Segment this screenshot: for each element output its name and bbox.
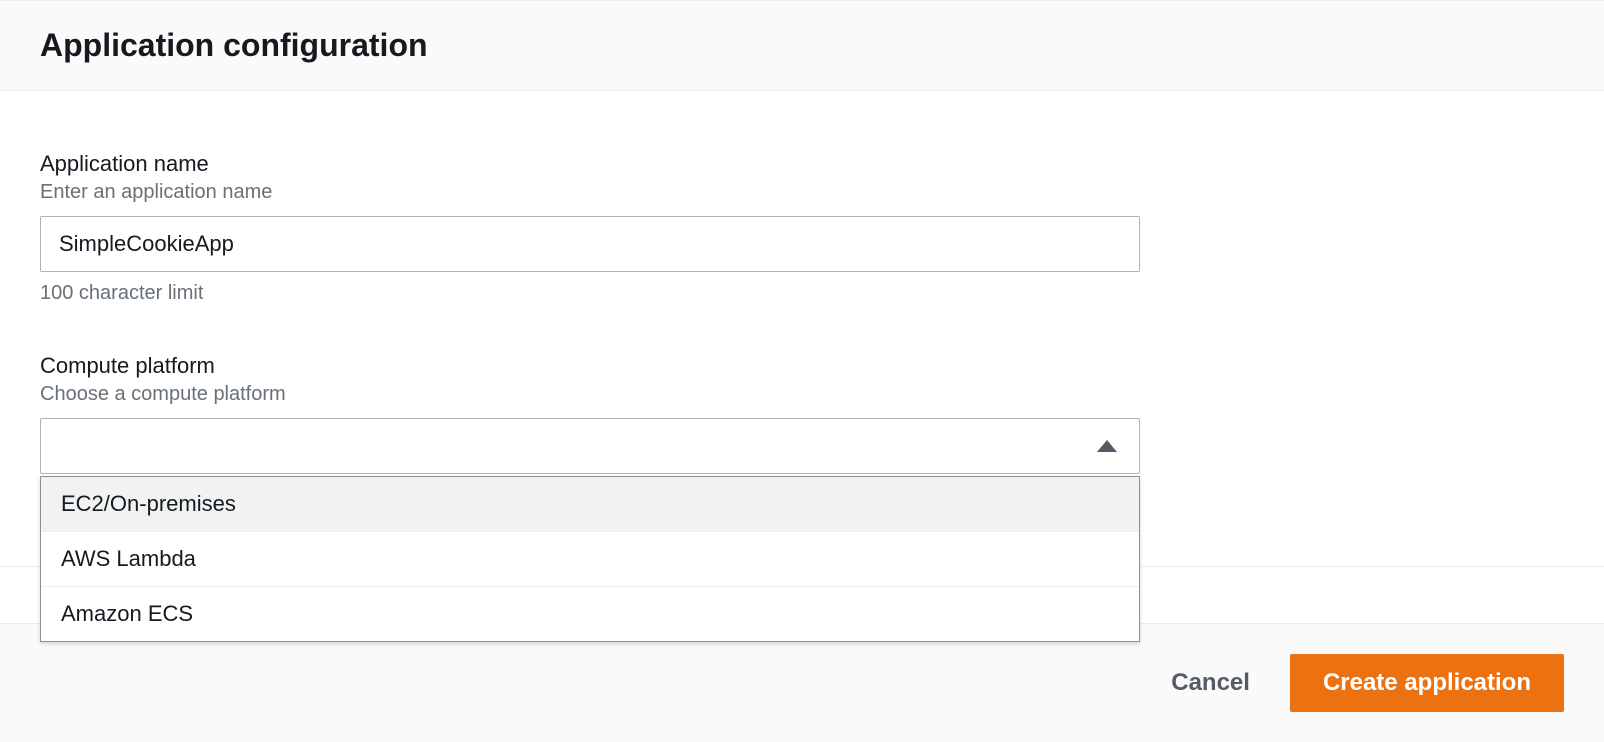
create-application-button[interactable]: Create application: [1290, 654, 1564, 712]
application-name-help: 100 character limit: [40, 282, 1564, 305]
compute-platform-hint: Choose a compute platform: [40, 383, 1564, 406]
compute-platform-select-wrapper: EC2/On-premises AWS Lambda Amazon ECS: [40, 418, 1140, 478]
page-title: Application configuration: [40, 27, 1564, 64]
dropdown-option-ec2[interactable]: EC2/On-premises: [41, 477, 1139, 532]
compute-platform-select[interactable]: [40, 418, 1140, 474]
compute-platform-dropdown: EC2/On-premises AWS Lambda Amazon ECS: [40, 476, 1140, 642]
panel-header: Application configuration: [0, 0, 1604, 91]
application-name-group: Application name Enter an application na…: [40, 151, 1564, 305]
application-name-hint: Enter an application name: [40, 181, 1564, 204]
form-content: Application name Enter an application na…: [0, 91, 1604, 567]
cancel-button[interactable]: Cancel: [1155, 659, 1266, 707]
application-name-label: Application name: [40, 151, 1564, 177]
dropdown-option-ecs[interactable]: Amazon ECS: [41, 587, 1139, 641]
caret-up-icon: [1097, 440, 1117, 452]
application-name-input[interactable]: [40, 216, 1140, 272]
dropdown-option-lambda[interactable]: AWS Lambda: [41, 532, 1139, 587]
compute-platform-label: Compute platform: [40, 353, 1564, 379]
compute-platform-group: Compute platform Choose a compute platfo…: [40, 353, 1564, 478]
